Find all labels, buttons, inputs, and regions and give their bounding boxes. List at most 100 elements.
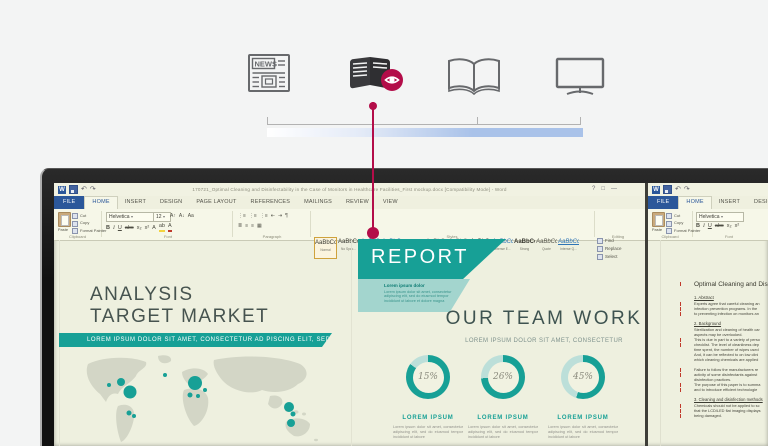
donut-label: LOREM IPSUM <box>548 415 618 421</box>
paragraph-button[interactable]: ⋮≡ <box>238 213 246 220</box>
style-item[interactable]: AaBbCc Intense Q... <box>558 237 579 259</box>
font-button[interactable]: abc <box>715 223 724 230</box>
style-item[interactable]: AaBbCc Strong <box>514 237 535 259</box>
map-dot <box>188 376 202 390</box>
command-icon <box>597 246 603 252</box>
font-button[interactable]: B <box>106 225 110 232</box>
font-name-select[interactable]: Helvetica ▾ <box>106 212 156 222</box>
titlebar[interactable]: W ↶ ↷ <box>648 183 768 196</box>
ribbon-tab[interactable]: INSERT <box>712 196 747 209</box>
ribbon-tab[interactable]: DESIGN <box>153 196 189 209</box>
font-button[interactable]: ab <box>159 223 165 232</box>
ribbon-tab[interactable]: REFERENCES <box>244 196 298 209</box>
paragraph-button[interactable]: ▦ <box>257 223 262 230</box>
ribbon-tab[interactable]: MAILINGS <box>297 196 339 209</box>
donut-ring: 45% <box>561 355 605 399</box>
open-book-icon[interactable] <box>446 57 502 95</box>
titlebar[interactable]: W ↶ ↷ 170721_Optimal Cleaning and Disinf… <box>54 183 645 196</box>
paragraph-button[interactable]: ≡ <box>245 223 248 230</box>
paste-button[interactable] <box>58 212 71 227</box>
blue-light-gradient-bar[interactable] <box>267 128 583 137</box>
paragraph-button[interactable]: ⋮≡ <box>249 213 257 220</box>
mode-slider-rail[interactable] <box>267 124 580 125</box>
monitor-mode-icon[interactable] <box>554 56 606 96</box>
font-button[interactable]: Aa <box>188 213 194 220</box>
style-sample: AaBbCc <box>536 238 557 247</box>
word-window-secondary: W ↶ ↷ FILEHOMEINSERTDESIGNPAGE LAYOUT Pa… <box>648 183 768 446</box>
font-button[interactable]: A <box>152 225 156 232</box>
ribbon-tab[interactable]: INSERT <box>118 196 153 209</box>
page1-heading: ANALYSIS TARGET MARKET <box>90 284 269 328</box>
clipboard-command[interactable]: Copy <box>72 221 106 227</box>
command-icon <box>72 221 78 227</box>
paragraph-button[interactable]: ≣ <box>238 223 242 230</box>
font-button[interactable]: x² <box>145 225 150 232</box>
redo-icon[interactable]: ↷ <box>684 185 690 194</box>
world-map <box>74 352 359 446</box>
style-sample: AaBbCc <box>315 239 336 248</box>
donut-chart: 15% LOREM IPSUM Lorem ipsum dolor sit am… <box>393 355 463 440</box>
clipboard-group-label: Clipboard <box>54 234 101 239</box>
font-button[interactable]: A↓ <box>179 213 185 220</box>
style-item[interactable]: AaBbCc Quote <box>536 237 557 259</box>
map-dot <box>163 373 167 377</box>
font-button[interactable]: I <box>703 223 705 230</box>
font-button[interactable]: B <box>696 223 700 230</box>
save-icon[interactable] <box>663 185 672 194</box>
map-dot <box>124 386 137 399</box>
ribbon-tab[interactable]: FILE <box>648 196 678 209</box>
style-item[interactable]: AaBbCc Normal <box>314 237 337 259</box>
font-button[interactable]: I <box>113 225 115 232</box>
team-heading: OUR TEAM WORK <box>394 308 645 330</box>
ribbon-tab[interactable]: DESIGN <box>747 196 768 209</box>
paragraph-button[interactable]: ≡ <box>251 223 254 230</box>
font-button[interactable]: U <box>708 223 712 230</box>
clipboard-command[interactable]: Cut <box>72 213 106 219</box>
ribbon-tab[interactable]: REVIEW <box>339 196 376 209</box>
paragraph-button[interactable]: ¶ <box>285 213 288 220</box>
ribbon-tab[interactable]: PAGE LAYOUT <box>189 196 243 209</box>
font-button[interactable]: x₂ <box>137 225 142 232</box>
paragraph-button[interactable]: ⋮≡ <box>260 213 268 220</box>
quick-access-toolbar[interactable]: W ↶ ↷ <box>652 185 690 194</box>
style-item[interactable]: AaBbCc No Spac... <box>338 237 359 259</box>
lorem-box-title: Lorem ipsum dolor <box>384 283 470 288</box>
donut-description: Lorem ipsum dolor sit amet, consectetur … <box>468 425 538 440</box>
slider-tick-middle <box>477 117 478 125</box>
font-button[interactable]: abc <box>125 225 134 232</box>
ribbon-tab[interactable]: VIEW <box>376 196 405 209</box>
minimize-icon[interactable]: — <box>611 186 617 192</box>
command-label: Copy <box>674 221 683 226</box>
style-sample: AaBbCc <box>558 238 579 247</box>
command-label: Cut <box>80 214 86 219</box>
paragraph-group-label: Paragraph <box>234 234 310 239</box>
team-subtitle: LOREM IPSUM DOLOR SIT AMET, CONSECTETUR <box>394 338 645 344</box>
newspaper-icon[interactable]: NEWS <box>247 53 291 95</box>
ribbon-tabs: FILEHOMEINSERTDESIGNPAGE LAYOUTREFERENCE… <box>54 196 645 209</box>
reading-mode-book-icon[interactable] <box>345 55 407 97</box>
help-icon[interactable]: ? <box>592 186 595 192</box>
command-label: Cut <box>674 214 680 219</box>
undo-icon[interactable]: ↶ <box>675 185 681 194</box>
ribbon-options-icon[interactable]: □ <box>601 186 605 192</box>
ribbon-tab[interactable]: HOME <box>84 196 117 209</box>
font-button[interactable]: x² <box>735 223 740 230</box>
font-name-select[interactable]: Helvetica ▾ <box>696 212 744 222</box>
editing-command[interactable]: Select <box>597 254 622 260</box>
command-icon <box>72 213 78 219</box>
ribbon-tab[interactable]: FILE <box>54 196 84 209</box>
font-button[interactable]: x₂ <box>727 223 732 230</box>
font-button[interactable]: U <box>118 225 122 232</box>
editing-command[interactable]: Replace <box>597 246 622 252</box>
paragraph-button[interactable]: ⇥ <box>278 213 282 220</box>
font-size-select[interactable]: 12 ▾ <box>153 212 171 222</box>
font-button[interactable]: A <box>168 223 172 232</box>
font-button[interactable]: A↑ <box>170 213 176 220</box>
document-line: to preventing infection on monitors an <box>694 311 768 316</box>
command-label: Format Painter <box>80 229 106 234</box>
ribbon-tab[interactable]: HOME <box>678 196 711 209</box>
paragraph-button[interactable]: ⇤ <box>271 213 275 220</box>
paste-button[interactable] <box>652 212 665 227</box>
font-buttons-row1: A↑A↓Aa <box>170 213 194 220</box>
clipboard-commands: Cut Copy Format Painter <box>72 213 106 234</box>
